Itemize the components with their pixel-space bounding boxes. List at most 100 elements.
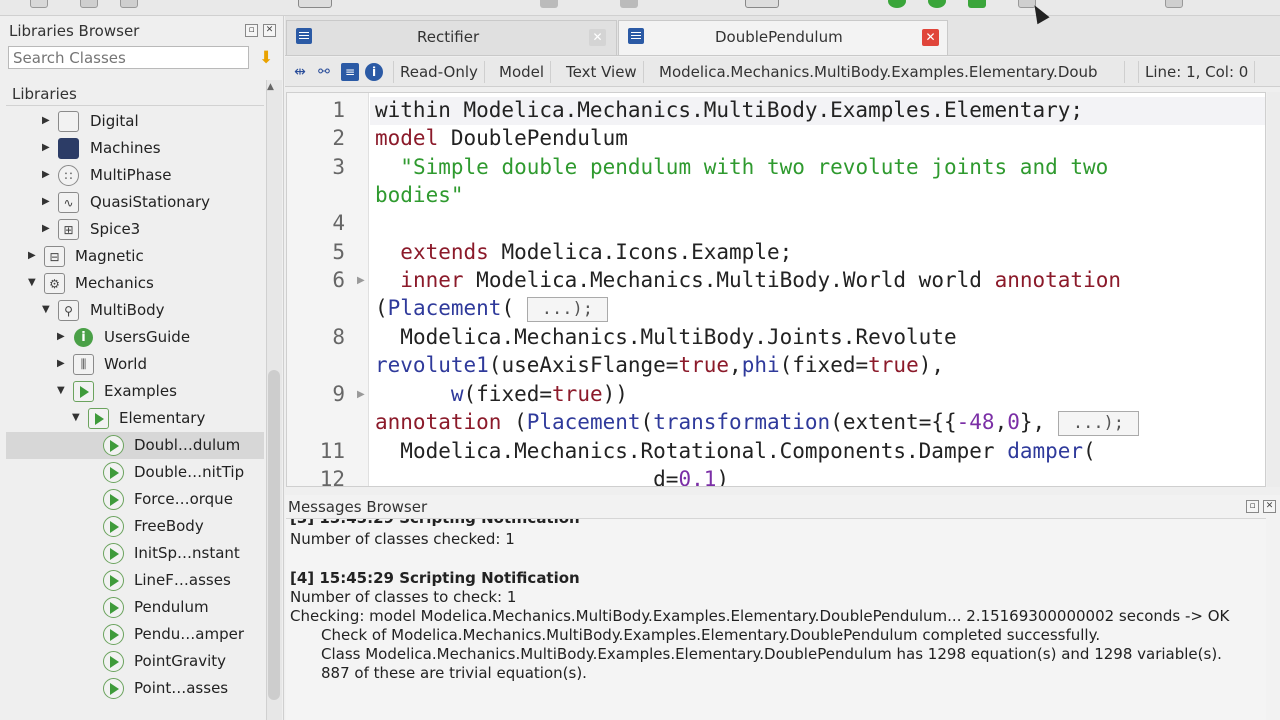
machines-icon	[58, 138, 79, 159]
tab-label: DoublePendulum	[715, 28, 843, 46]
magnetic-icon: ⊟	[44, 246, 65, 267]
tree-item-multibody[interactable]: ▼ ⚲ MultiBody	[6, 297, 264, 324]
tree-item-pointmasses[interactable]: Point…asses	[6, 675, 264, 702]
tree-item-mechanics[interactable]: ▼ ⚙ Mechanics	[6, 270, 264, 297]
expanded-arrow-icon[interactable]: ▼	[28, 277, 36, 288]
float-panel-icon[interactable]: ▫	[245, 24, 258, 37]
tree-scroll-thumb[interactable]	[268, 370, 280, 700]
code-line: extends Modelica.Icons.Example;	[375, 240, 792, 264]
new-file-icon[interactable]	[30, 0, 48, 8]
tree-item-forcetorque[interactable]: Force…orque	[6, 486, 264, 513]
tree-item-usersguide[interactable]: ▶ i UsersGuide	[6, 324, 264, 351]
folded-annotation-box[interactable]: ...);	[526, 296, 608, 322]
scroll-up-arrow-icon[interactable]: ▲	[267, 82, 274, 92]
close-tab-icon[interactable]: ✕	[589, 29, 606, 46]
mechanics-icon: ⚙	[44, 273, 65, 294]
code-text: (fixed=	[779, 353, 869, 377]
code-line: within Modelica.Mechanics.MultiBody.Exam…	[375, 98, 1083, 122]
tree-item-examples[interactable]: ▼ Examples	[6, 378, 264, 405]
expanded-arrow-icon[interactable]: ▼	[72, 412, 80, 423]
info-icon: i	[74, 328, 93, 347]
number-literal: 0.1	[678, 467, 717, 487]
function-name: phi	[741, 353, 780, 377]
editor-scrollbar[interactable]	[1267, 92, 1280, 487]
expanded-arrow-icon[interactable]: ▼	[57, 385, 65, 396]
tree-item-world[interactable]: ▶ ⫼ World	[6, 351, 264, 378]
tree-item-pendulum[interactable]: Pendulum	[6, 594, 264, 621]
tree-item-doublependulum-inittip[interactable]: Double…nitTip	[6, 459, 264, 486]
shape-icon-2[interactable]	[620, 0, 638, 8]
collapsed-arrow-icon[interactable]: ▶	[57, 358, 65, 369]
tree-item-lineforce[interactable]: LineF…asses	[6, 567, 264, 594]
keyword: model	[375, 126, 439, 150]
editor-toolbar: ⇹ ⚯ ≡ i Read-Only Model Text View Modeli…	[285, 57, 1280, 87]
tree-item-machines[interactable]: ▶ Machines	[6, 135, 264, 162]
tree-item-digital[interactable]: ▶ Digital	[6, 108, 264, 135]
close-panel-icon[interactable]: ✕	[1263, 500, 1276, 513]
text-view-icon[interactable]: ≡	[341, 63, 359, 81]
tree-item-pendulum-damper[interactable]: Pendu…amper	[6, 621, 264, 648]
collapsed-arrow-icon[interactable]: ▶	[42, 223, 50, 234]
read-only-label: Read-Only	[393, 61, 485, 83]
function-name: Placement	[526, 410, 641, 434]
tab-doublependulum[interactable]: DoublePendulum ✕	[618, 20, 948, 55]
simulate-icon[interactable]	[968, 0, 986, 8]
folded-annotation-box[interactable]: ...);	[1057, 410, 1140, 436]
fold-arrow-icon[interactable]: ▶	[357, 389, 365, 400]
grid-icon[interactable]	[298, 0, 332, 8]
tree-item-label: Double…nitTip	[134, 463, 245, 481]
export-icon[interactable]	[1165, 0, 1183, 8]
code-text: within Modelica.Mechanics.MultiBody.Exam…	[375, 98, 1084, 122]
tree-item-magnetic[interactable]: ▶ ⊟ Magnetic	[6, 243, 264, 270]
model-play-icon	[103, 678, 124, 699]
connect-mode-icon[interactable]: ⇹	[291, 63, 309, 81]
expanded-arrow-icon[interactable]: ▼	[42, 304, 50, 315]
open-icon[interactable]	[80, 0, 98, 8]
tree-item-quasistationary[interactable]: ▶ ∿ QuasiStationary	[6, 189, 264, 216]
fold-arrow-icon[interactable]: ▶	[357, 275, 365, 286]
pointer-mode-icon[interactable]	[745, 0, 779, 8]
code-text: ,	[729, 353, 742, 377]
code-line: Modelica.Mechanics.MultiBody.Joints.Revo…	[375, 325, 956, 349]
library-tree: ▶ Digital ▶ Machines ▶ ∷ MultiPhase ▶ ∿ …	[6, 108, 264, 720]
keyword: extends	[400, 240, 489, 264]
collapsed-arrow-icon[interactable]: ▶	[28, 250, 36, 261]
collapsed-arrow-icon[interactable]: ▶	[42, 115, 50, 126]
check-all-icon[interactable]	[928, 0, 946, 8]
tree-item-multiphase[interactable]: ▶ ∷ MultiPhase	[6, 162, 264, 189]
save-icon[interactable]	[120, 0, 138, 8]
message-text: Check of Modelica.Mechanics.MultiBody.Ex…	[321, 626, 1101, 644]
function-name: Placement	[387, 296, 502, 320]
model-play-icon	[103, 624, 124, 645]
tree-item-elementary[interactable]: ▼ Elementary	[6, 405, 264, 432]
tree-item-doublependulum[interactable]: Doubl…dulum	[6, 432, 264, 459]
tree-item-label: Elementary	[119, 409, 206, 427]
collapsed-arrow-icon[interactable]: ▶	[42, 169, 50, 180]
close-panel-icon[interactable]: ✕	[263, 24, 276, 37]
code-editor[interactable]: 1 2 3 4 5 6 ▶ 8 9 ▶ 11 12 within Modelic…	[286, 92, 1266, 487]
line-number: 8	[332, 325, 345, 349]
number-literal: 0	[1007, 410, 1020, 434]
tree-item-freebody[interactable]: FreeBody	[6, 513, 264, 540]
documentation-info-icon[interactable]: i	[365, 63, 383, 81]
close-tab-icon[interactable]: ✕	[922, 29, 939, 46]
function-name: transformation	[653, 410, 831, 434]
multibody-icon: ⚲	[58, 300, 79, 321]
keyword: annotation	[375, 410, 502, 434]
tree-item-initspring[interactable]: InitSp…nstant	[6, 540, 264, 567]
tab-rectifier[interactable]: Rectifier ✕	[286, 20, 617, 55]
tree-item-pointgravity[interactable]: PointGravity	[6, 648, 264, 675]
collapsed-arrow-icon[interactable]: ▶	[42, 142, 50, 153]
transition-mode-icon[interactable]: ⚯	[315, 63, 333, 81]
tree-item-spice3[interactable]: ▶ ⊞ Spice3	[6, 216, 264, 243]
shape-icon[interactable]	[540, 0, 558, 8]
code-text: (	[501, 410, 527, 434]
float-panel-icon[interactable]: ▫	[1246, 500, 1259, 513]
message-text: Class Modelica.Mechanics.MultiBody.Examp…	[321, 645, 1222, 663]
check-model-icon[interactable]	[888, 0, 906, 8]
expand-down-arrow-icon[interactable]: ⬇	[259, 48, 273, 68]
search-classes-input[interactable]	[8, 46, 249, 69]
collapsed-arrow-icon[interactable]: ▶	[57, 331, 65, 342]
code-line: inner Modelica.Mechanics.MultiBody.World…	[375, 268, 1121, 292]
collapsed-arrow-icon[interactable]: ▶	[42, 196, 50, 207]
